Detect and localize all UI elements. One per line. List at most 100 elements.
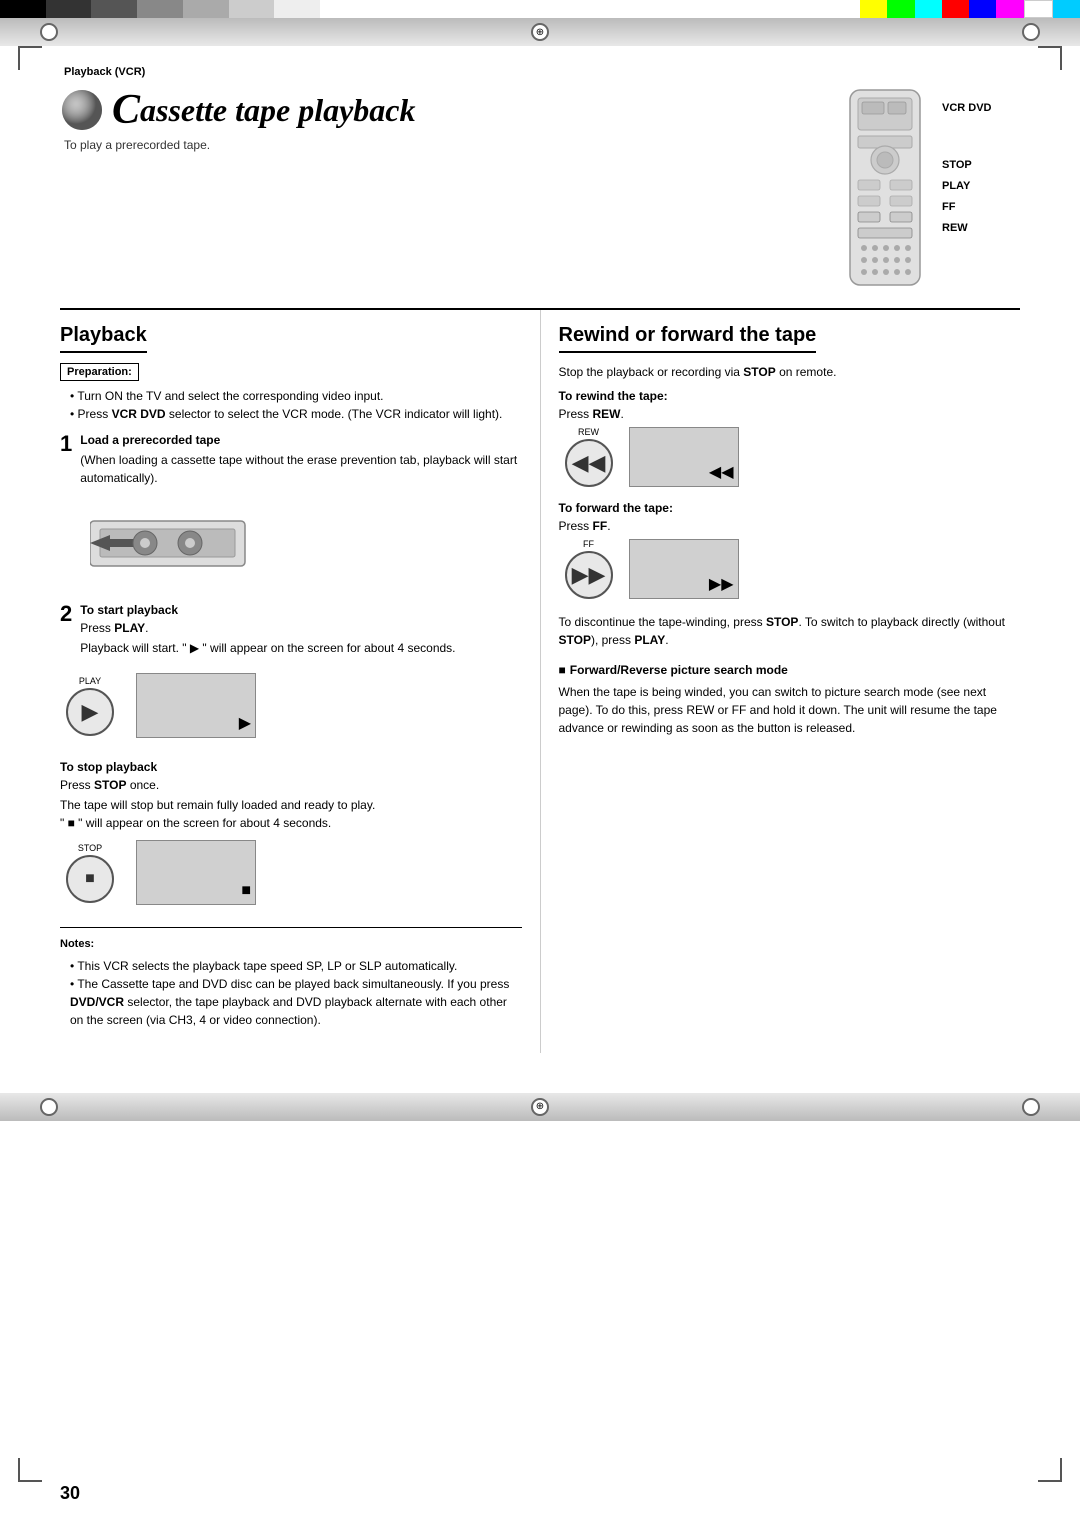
compass-right-top: [1022, 23, 1040, 41]
stop-desc: The tape will stop but remain fully load…: [60, 796, 522, 832]
top-color-bar: [0, 0, 1080, 18]
stop-label: STOP: [78, 843, 102, 853]
notes-title: Notes:: [60, 936, 522, 953]
ff-circle: ▶▶: [565, 551, 613, 599]
step2-content: To start playback Press PLAY. Playback w…: [80, 603, 521, 665]
ff-screen-symbol: ▶▶: [709, 574, 734, 594]
title-rest: assette tape playback: [140, 92, 415, 129]
prep-item-2: Press VCR DVD selector to select the VCR…: [70, 405, 522, 423]
color-white2: [1024, 0, 1053, 18]
remote-area: VCR DVD STOP PLAY FF REW: [820, 88, 1020, 288]
stop-screen-symbol: ■: [241, 882, 251, 900]
rew-label: REW: [578, 427, 599, 437]
rew-button-icon: REW ◀◀: [559, 427, 619, 487]
color-white: [274, 0, 320, 18]
color-cyan: [915, 0, 942, 18]
page-content: Playback (VCR): [0, 46, 1080, 1093]
compass-center-top: ⊕: [531, 23, 549, 41]
rew-arrow-icon: ◀◀: [572, 450, 606, 476]
color-green: [887, 0, 914, 18]
grayscale-bar: [0, 0, 320, 18]
color-light: [137, 0, 183, 18]
page-title: Cassette tape playback: [60, 88, 820, 132]
step2-desc: Playback will start. " ▶ " will appear o…: [80, 639, 521, 657]
ff-arrow-icon: ▶▶: [572, 562, 606, 588]
stop-square-icon: ■: [85, 870, 95, 888]
color-ltblue: [1053, 0, 1080, 18]
color-med: [91, 0, 137, 18]
remote-labels: VCR DVD STOP PLAY FF REW: [930, 88, 992, 238]
step1-block: 1 Load a prerecorded tape (When loading …: [60, 433, 522, 589]
stop-circle: ■: [66, 855, 114, 903]
color-bar-right: [860, 0, 1080, 18]
ff-button-label: FF: [593, 519, 608, 533]
step2-press: Press PLAY.: [80, 621, 521, 635]
playback-heading: Playback: [60, 324, 147, 353]
color-lightest: [229, 0, 275, 18]
preparation-block: Preparation: Turn ON the TV and select t…: [60, 363, 522, 423]
step1-desc: (When loading a cassette tape without th…: [80, 451, 521, 487]
play-triangle-icon: ▶: [82, 699, 99, 725]
forward-subsection: To forward the tape: Press FF. FF ▶▶ ▶▶: [559, 501, 1021, 599]
rewind-subsection: To rewind the tape: Press REW. REW ◀◀ ◀◀: [559, 389, 1021, 487]
prep-item-1: Turn ON the TV and select the correspond…: [70, 387, 522, 405]
two-column-layout: Playback Preparation: Turn ON the TV and…: [60, 308, 1020, 1053]
play-button-icon: PLAY ▶: [60, 676, 120, 736]
step2-title: To start playback: [80, 603, 521, 617]
step2-number: 2: [60, 603, 72, 625]
play-screen-symbol: ▶: [239, 713, 251, 733]
stop-title: To stop playback: [60, 760, 522, 774]
preparation-list: Turn ON the TV and select the correspond…: [60, 387, 522, 423]
preparation-label: Preparation:: [60, 363, 139, 381]
playback-column: Playback Preparation: Turn ON the TV and…: [60, 310, 541, 1053]
compass-center-bottom: ⊕: [531, 1098, 549, 1116]
page-number: 30: [60, 1483, 80, 1504]
color-black: [0, 0, 46, 18]
subtitle: To play a prerecorded tape.: [64, 138, 820, 152]
step2-icon-row: PLAY ▶ ▶: [60, 673, 522, 738]
rew-icon-row: REW ◀◀ ◀◀: [559, 427, 1021, 487]
step2-block: 2 To start playback Press PLAY. Playback…: [60, 603, 522, 746]
label-ff: FF: [942, 197, 992, 218]
corner-bracket-tr: [1038, 46, 1062, 70]
play-screen-box: ▶: [136, 673, 256, 738]
corner-bracket-bl: [18, 1458, 42, 1482]
title-c: C: [112, 89, 140, 131]
rew-screen-symbol: ◀◀: [709, 462, 734, 482]
label-rew: REW: [942, 218, 992, 239]
color-magenta: [996, 0, 1023, 18]
discontinue-text: To discontinue the tape-winding, press S…: [559, 613, 1021, 649]
remote-illustration: VCR DVD STOP PLAY FF REW: [840, 88, 992, 288]
ff-screen-box: ▶▶: [629, 539, 739, 599]
forward-reverse-desc: When the tape is being winded, you can s…: [559, 683, 1021, 737]
compass-right-bottom: [1022, 1098, 1040, 1116]
label-play: PLAY: [942, 176, 992, 197]
forward-reverse-title: Forward/Reverse picture search mode: [559, 663, 1021, 677]
rew-screen-box: ◀◀: [629, 427, 739, 487]
label-stop: STOP: [942, 155, 992, 176]
rewind-title: To rewind the tape:: [559, 389, 1021, 403]
step1-title: Load a prerecorded tape: [80, 433, 521, 447]
ff-label: FF: [583, 539, 594, 549]
stop-button: STOP: [94, 778, 126, 792]
stop-button-icon: STOP ■: [60, 843, 120, 903]
remote-svg: [840, 88, 930, 288]
rew-circle: ◀◀: [565, 439, 613, 487]
note-item-2: The Cassette tape and DVD disc can be pl…: [70, 975, 522, 1029]
stop-press: Press STOP once.: [60, 778, 522, 792]
bottom-band: ⊕: [0, 1093, 1080, 1121]
rewind-press: Press REW.: [559, 407, 1021, 421]
notes-block: Notes: This VCR selects the playback tap…: [60, 927, 522, 1029]
compass-left-bottom: [40, 1098, 58, 1116]
section-label: Playback (VCR): [60, 66, 1020, 78]
color-red: [942, 0, 969, 18]
step1-content: Load a prerecorded tape (When loading a …: [80, 433, 521, 495]
stop-block: To stop playback Press STOP once. The ta…: [60, 760, 522, 913]
stop-screen-box: ■: [136, 840, 256, 905]
forward-reverse-block: Forward/Reverse picture search mode When…: [559, 663, 1021, 737]
color-yellow: [860, 0, 887, 18]
tape-illustration: [90, 501, 522, 579]
color-dark: [46, 0, 92, 18]
corner-bracket-br: [1038, 1458, 1062, 1482]
rew-button-label: REW: [593, 407, 621, 421]
